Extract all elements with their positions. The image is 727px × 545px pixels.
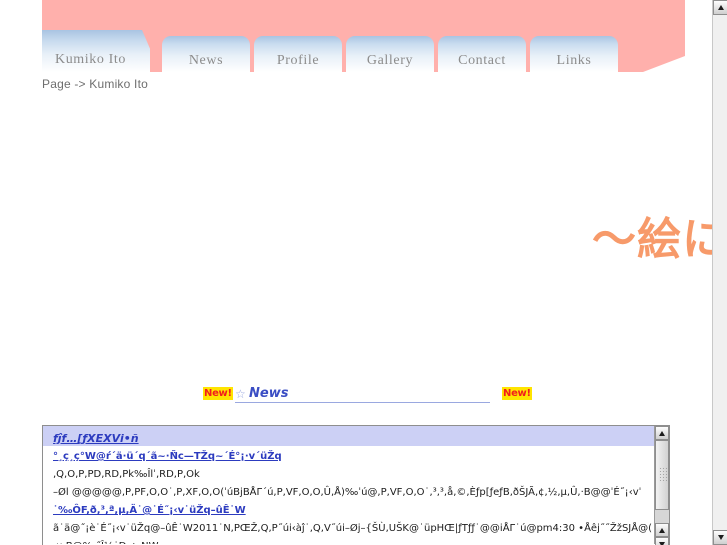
news-title: News bbox=[249, 386, 289, 401]
nav-item-links[interactable]: Links bbox=[530, 36, 618, 72]
triangle-up-icon bbox=[659, 527, 665, 533]
news-scroll-box[interactable]: fĵf…[ƒXEXVi•ñ °¸ç¸ç°W@ŕ´ä·ü´q´ã~·Ñ̈c—TŽq… bbox=[42, 425, 670, 545]
inner-scroll-up-button-lower[interactable] bbox=[655, 523, 669, 537]
new-badge-left: New! bbox=[203, 387, 233, 400]
news-entry-text: ,µ,B@‰˝Î½˙Ð,±,NW bbox=[53, 541, 159, 544]
new-badge-right: New! bbox=[502, 387, 532, 400]
page-content: Kumiko Ito News Profile Gallery Contact … bbox=[0, 0, 712, 545]
nav-home-label: Kumiko Ito bbox=[55, 52, 126, 67]
news-entry-body: ,µ,B@‰˝Î½˙Ð,±,NW bbox=[43, 536, 655, 544]
page-scrollbar[interactable] bbox=[712, 0, 727, 545]
nav-label-contact: Contact bbox=[458, 53, 506, 68]
news-entry-heading: fĵf…[ƒXEXVi•ñ bbox=[43, 426, 655, 446]
news-entry-body: –Øl @@@@@,P,PF,O,O˙,P,XF,O,O(ˈúBjBÅΓ´ú,P… bbox=[43, 482, 655, 500]
news-scroll-content: fĵf…[ƒXEXVi•ñ °¸ç¸ç°W@ŕ´ä·ü´q´ã~·Ñ̈c—TŽq… bbox=[43, 426, 655, 544]
news-entry-body: °¸ç¸ç°W@ŕ´ä·ü´q´ã~·Ñ̈c—TŽq~´É°¡·v´üŽq bbox=[43, 446, 655, 464]
inner-scrollbar[interactable] bbox=[654, 426, 669, 545]
news-entry-link[interactable]: °¸ç¸ç°W@ŕ´ä·ü´q´ã~·Ñ̈c—TŽq~´É°¡·v´üŽq bbox=[53, 451, 282, 462]
nav-label-profile: Profile bbox=[276, 53, 320, 68]
inner-scroll-up-button[interactable] bbox=[655, 426, 669, 440]
triangle-down-icon bbox=[717, 535, 724, 540]
news-entry-link[interactable]: ˙‰ÔF,ð,³,ª,µ,Ä˙@˙É˝¡‹v˙üŽq–ûÊ˙W bbox=[53, 505, 246, 516]
nav-item-profile[interactable]: Profile bbox=[254, 36, 342, 72]
inner-scrollbar-thumb[interactable] bbox=[655, 440, 669, 510]
news-entry-text: ã˙ä@˝¡è˙É˝¡‹v˙üŽq@–ûÊ˙W2011˙N,PŒŽ,Q,P˝úi… bbox=[53, 523, 652, 534]
news-section-heading: New! ☆ News New! bbox=[203, 386, 532, 404]
inner-scroll-down-button[interactable] bbox=[655, 537, 669, 545]
page-scroll-down-button[interactable] bbox=[713, 530, 727, 545]
news-entry-body: ã˙ä@˝¡è˙É˝¡‹v˙üŽq@–ûÊ˙W2011˙N,PŒŽ,Q,P˝úi… bbox=[43, 518, 655, 536]
nav-label-news: News bbox=[188, 53, 224, 68]
news-entry-body: ˙‰ÔF,ð,³,ª,µ,Ä˙@˙É˝¡‹v˙üŽq–ûÊ˙W bbox=[43, 500, 655, 518]
nav-label-gallery: Gallery bbox=[366, 53, 414, 68]
breadcrumb: Page -> Kumiko Ito bbox=[42, 77, 148, 91]
nav-item-contact[interactable]: Contact bbox=[438, 36, 526, 72]
nav-item-news[interactable]: News bbox=[162, 36, 250, 72]
page-headline: 〜絵に bbox=[592, 214, 712, 265]
nav-item-home[interactable]: Kumiko Ito bbox=[42, 30, 150, 72]
triangle-up-icon bbox=[717, 5, 724, 10]
triangle-up-icon bbox=[659, 430, 665, 436]
news-underline-rule bbox=[235, 402, 490, 403]
star-icon: ☆ bbox=[235, 387, 246, 401]
triangle-down-icon bbox=[659, 541, 665, 545]
page-scroll-up-button[interactable] bbox=[713, 0, 727, 15]
news-entry-text: ,Q,O,P,PD,RD,Pk‰Îlˈ,RD,P,Ok bbox=[53, 469, 200, 480]
nav-item-gallery[interactable]: Gallery bbox=[346, 36, 434, 72]
nav-label-links: Links bbox=[556, 53, 592, 68]
news-entry-body: ,Q,O,P,PD,RD,Pk‰Îlˈ,RD,P,Ok bbox=[43, 464, 655, 482]
news-entry-heading-link[interactable]: fĵf…[ƒXEXVi•ñ bbox=[53, 432, 139, 445]
news-entry-text: –Øl @@@@@,P,PF,O,O˙,P,XF,O,O(ˈúBjBÅΓ´ú,P… bbox=[53, 487, 642, 498]
scrollbar-grip-icon bbox=[659, 467, 667, 483]
main-navigation: Kumiko Ito News Profile Gallery Contact … bbox=[42, 30, 685, 72]
